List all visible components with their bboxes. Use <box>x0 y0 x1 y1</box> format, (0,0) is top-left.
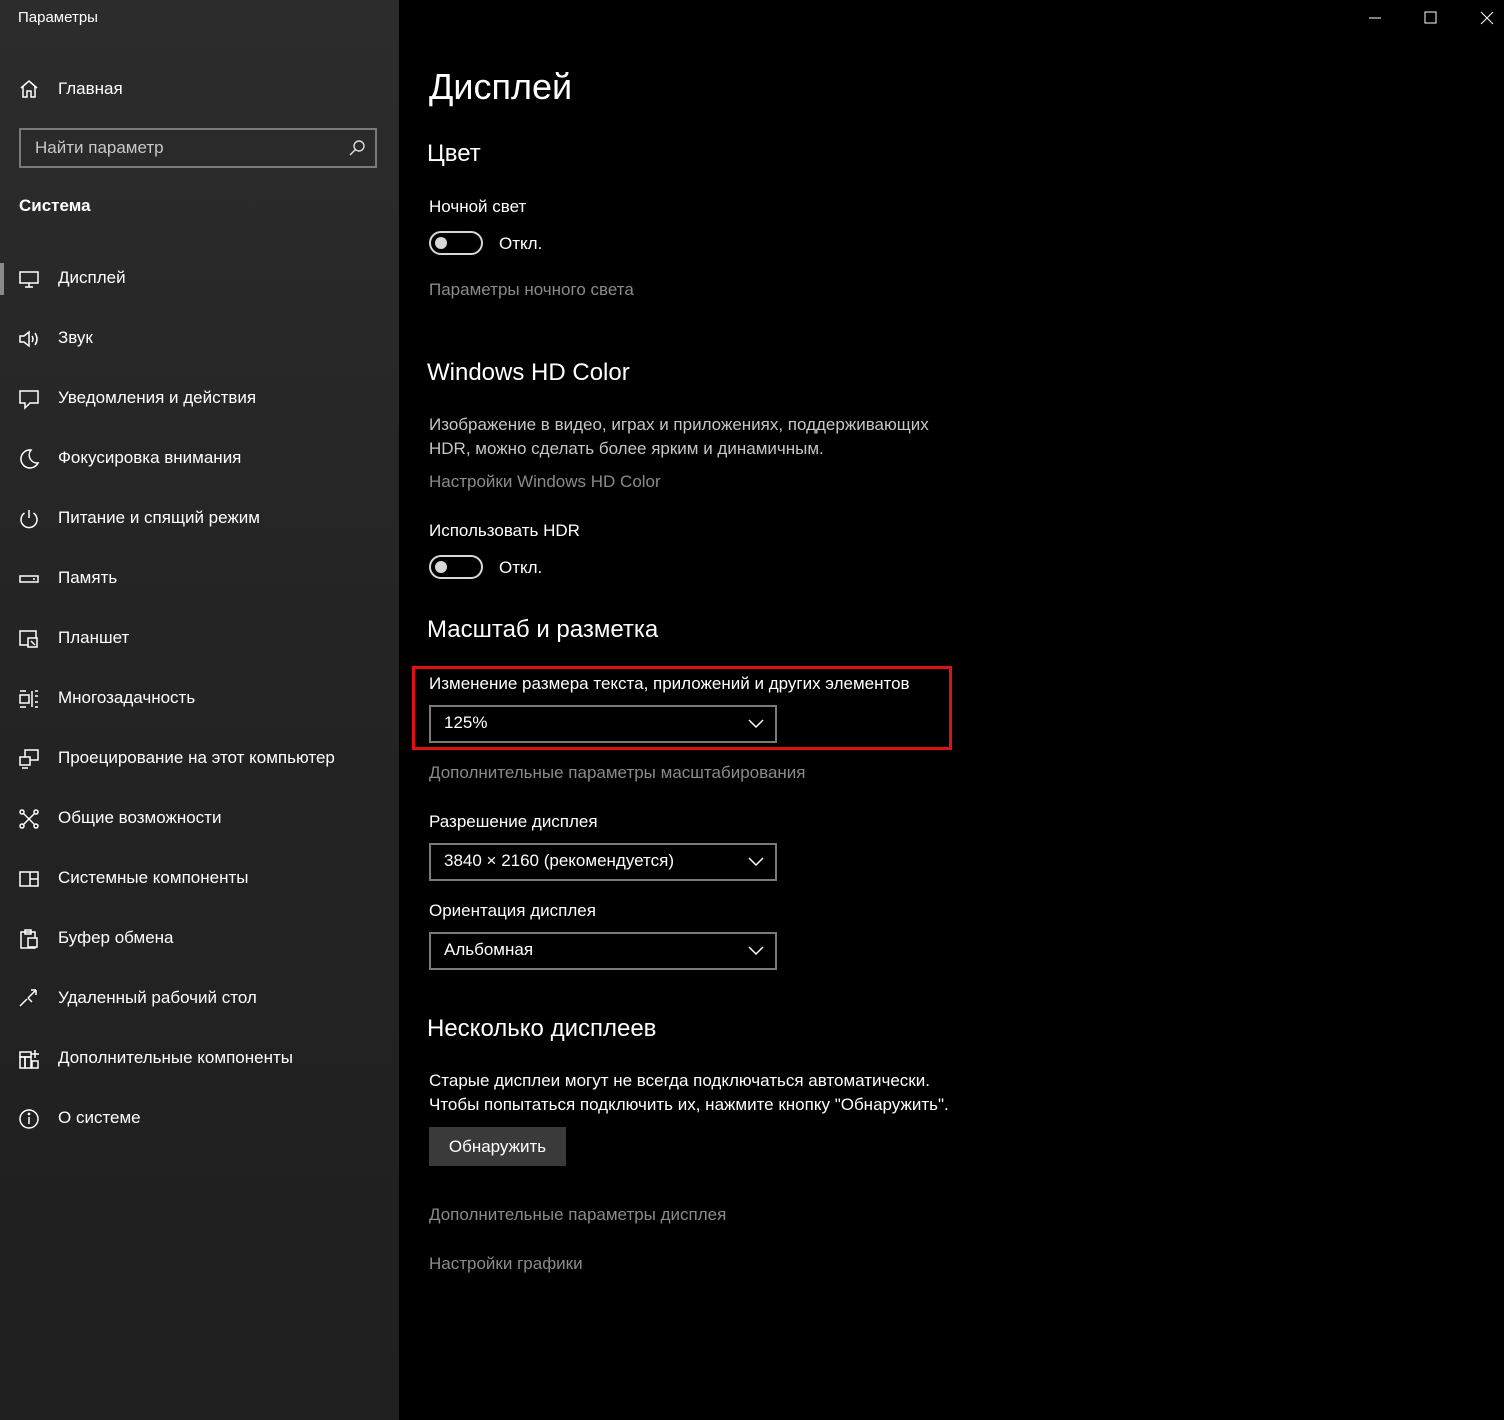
info-icon <box>19 1109 39 1129</box>
sidebar-item-multitasking[interactable]: Многозадачность <box>0 673 399 725</box>
chevron-down-icon <box>748 719 764 729</box>
remote-desktop-icon <box>19 989 37 1007</box>
clipboard-icon <box>20 929 38 949</box>
resolution-value: 3840 × 2160 (рекомендуется) <box>444 851 674 870</box>
sidebar-item-label: Удаленный рабочий стол <box>58 988 257 1007</box>
sidebar-item-label: Дополнительные компоненты <box>58 1048 293 1067</box>
orientation-dropdown[interactable]: Альбомная <box>429 932 777 970</box>
monitor-icon <box>19 271 39 288</box>
sidebar-item-notifications[interactable]: Уведомления и действия <box>0 373 399 425</box>
scale-heading: Масштаб и разметка <box>427 616 659 643</box>
multitasking-icon <box>19 690 38 708</box>
scale-value: 125% <box>444 713 488 732</box>
night-light-label: Ночной свет <box>429 197 527 216</box>
speaker-icon <box>19 330 38 348</box>
search-input[interactable] <box>21 130 345 166</box>
sidebar-item-display[interactable]: Дисплей <box>0 253 399 305</box>
sidebar-item-label: Звук <box>58 328 93 347</box>
night-light-toggle[interactable] <box>429 231 483 255</box>
optional-features-icon <box>19 1050 39 1069</box>
notification-icon <box>19 390 39 410</box>
multiple-displays-description: Старые дисплеи могут не всегда подключат… <box>429 1069 1029 1117</box>
sidebar-item-shared-experiences[interactable]: Общие возможности <box>0 793 399 845</box>
section-label: Система <box>19 196 91 215</box>
use-hdr-state: Откл. <box>499 558 543 577</box>
main-content: Дисплей Цвет Ночной свет Откл. Параметры… <box>399 0 1504 1420</box>
sidebar: Параметры Главная Система Дисплей Звук У… <box>0 0 399 1420</box>
sidebar-item-label: Проецирование на этот компьютер <box>58 748 335 767</box>
color-heading: Цвет <box>427 140 481 167</box>
sidebar-item-label: Планшет <box>58 628 130 647</box>
multiple-displays-heading: Несколько дисплеев <box>427 1015 657 1042</box>
chevron-down-icon <box>748 946 764 956</box>
scale-label: Изменение размера текста, приложений и д… <box>429 674 910 693</box>
home-icon <box>20 80 38 98</box>
chevron-down-icon <box>748 857 764 867</box>
sidebar-item-label: Питание и спящий режим <box>58 508 260 527</box>
advanced-scaling-link[interactable]: Дополнительные параметры масштабирования <box>429 763 805 783</box>
moon-icon <box>20 449 40 469</box>
scale-dropdown[interactable]: 125% <box>429 705 777 743</box>
sidebar-item-label: Многозадачность <box>58 688 196 707</box>
toggle-knob <box>435 561 447 573</box>
sidebar-item-label: Фокусировка внимания <box>58 448 242 467</box>
sidebar-item-label: Общие возможности <box>58 808 222 827</box>
orientation-label: Ориентация дисплея <box>429 901 596 920</box>
multiple-displays-description-line: Старые дисплеи могут не всегда подключат… <box>429 1071 930 1090</box>
night-light-state: Откл. <box>499 234 543 253</box>
sidebar-item-label: Память <box>58 568 118 587</box>
resolution-label: Разрешение дисплея <box>429 812 598 831</box>
night-light-settings-link[interactable]: Параметры ночного света <box>429 280 634 300</box>
sidebar-item-system-components[interactable]: Системные компоненты <box>0 853 399 905</box>
sidebar-item-label: О системе <box>58 1108 141 1127</box>
app-title: Параметры <box>18 9 98 26</box>
hdr-description-line: HDR, можно сделать более ярким и динамич… <box>429 439 824 458</box>
use-hdr-toggle[interactable] <box>429 555 483 579</box>
sidebar-item-optional-features[interactable]: Дополнительные компоненты <box>0 1033 399 1085</box>
sidebar-item-tablet[interactable]: Планшет <box>0 613 399 665</box>
orientation-value: Альбомная <box>444 940 534 959</box>
hdr-heading: Windows HD Color <box>427 359 630 386</box>
nav-home[interactable]: Главная <box>0 68 399 112</box>
sidebar-item-label: Дисплей <box>58 268 126 287</box>
toggle-knob <box>435 237 447 249</box>
hdr-description-line: Изображение в видео, играх и приложениях… <box>429 415 929 434</box>
sidebar-item-clipboard[interactable]: Буфер обмена <box>0 913 399 965</box>
sidebar-item-storage[interactable]: Память <box>0 553 399 605</box>
detect-button[interactable]: Обнаружить <box>429 1127 566 1166</box>
sidebar-item-about[interactable]: О системе <box>0 1093 399 1145</box>
graphics-settings-link[interactable]: Настройки графики <box>429 1254 583 1274</box>
projecting-icon <box>19 749 39 769</box>
storage-icon <box>19 575 39 583</box>
sidebar-item-projecting[interactable]: Проецирование на этот компьютер <box>0 733 399 785</box>
system-components-icon <box>19 871 39 887</box>
sidebar-item-power-sleep[interactable]: Питание и спящий режим <box>0 493 399 545</box>
resolution-dropdown[interactable]: 3840 × 2160 (рекомендуется) <box>429 843 777 881</box>
search-box[interactable] <box>19 128 377 168</box>
sidebar-item-focus-assist[interactable]: Фокусировка внимания <box>0 433 399 485</box>
sidebar-item-label: Системные компоненты <box>58 868 249 887</box>
sidebar-item-label: Уведомления и действия <box>58 388 257 407</box>
advanced-display-link[interactable]: Дополнительные параметры дисплея <box>429 1205 726 1225</box>
search-icon[interactable] <box>348 139 366 157</box>
hdr-settings-link[interactable]: Настройки Windows HD Color <box>429 472 661 492</box>
power-icon <box>20 510 38 529</box>
sidebar-item-label: Буфер обмена <box>58 928 174 947</box>
tablet-icon <box>19 630 38 648</box>
nav-home-label: Главная <box>58 79 123 98</box>
page-title: Дисплей <box>429 66 573 107</box>
sidebar-item-sound[interactable]: Звук <box>0 313 399 365</box>
use-hdr-label: Использовать HDR <box>429 521 580 540</box>
shared-experiences-icon <box>19 809 39 829</box>
multiple-displays-description-line: Чтобы попытаться подключить их, нажмите … <box>429 1095 949 1114</box>
sidebar-item-remote-desktop[interactable]: Удаленный рабочий стол <box>0 973 399 1025</box>
hdr-description: Изображение в видео, играх и приложениях… <box>429 413 989 461</box>
